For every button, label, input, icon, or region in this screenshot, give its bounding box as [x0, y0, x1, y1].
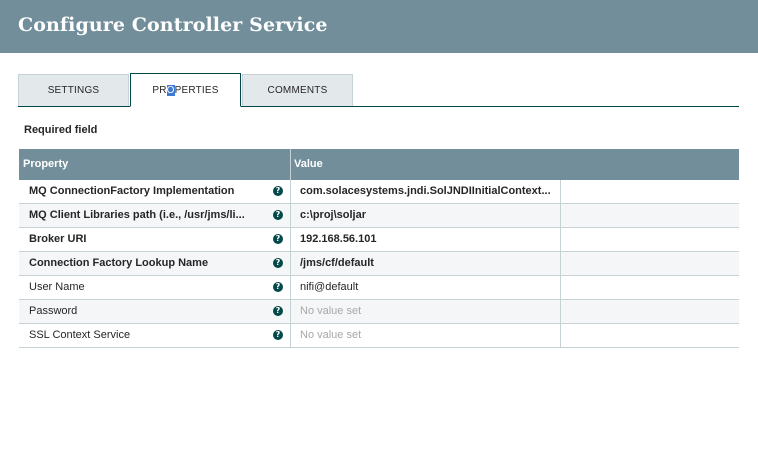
tab-properties-label: PROPERTIES: [152, 85, 219, 96]
cell-divider: [290, 276, 291, 300]
cell-divider: [560, 324, 561, 348]
cell-divider: [560, 180, 561, 204]
cell-divider: [290, 180, 291, 204]
cell-divider: [290, 252, 291, 276]
property-value[interactable]: No value set: [300, 329, 558, 341]
tab-settings-label: SETTINGS: [47, 85, 100, 96]
property-value[interactable]: /jms/cf/default: [300, 257, 558, 269]
cell-divider: [560, 204, 561, 228]
table-row[interactable]: Password ? No value set: [19, 300, 739, 324]
column-header-property[interactable]: Property: [23, 158, 68, 170]
property-value[interactable]: com.solacesystems.jndi.SolJNDIInitialCon…: [300, 185, 558, 197]
property-value[interactable]: nifi@default: [300, 281, 558, 293]
tab-properties[interactable]: PROPERTIES: [130, 73, 241, 107]
table-row[interactable]: Connection Factory Lookup Name ? /jms/cf…: [19, 252, 739, 276]
table-row[interactable]: MQ ConnectionFactory Implementation ? co…: [19, 180, 739, 204]
property-name: MQ Client Libraries path (i.e., /usr/jms…: [29, 209, 245, 221]
property-name: Password: [29, 305, 78, 317]
cell-divider: [560, 252, 561, 276]
question-circle-icon[interactable]: ?: [273, 330, 283, 340]
question-circle-icon[interactable]: ?: [273, 186, 283, 196]
property-value[interactable]: c:\proj\soljar: [300, 209, 558, 221]
cell-divider: [560, 276, 561, 300]
dialog-title: Configure Controller Service: [18, 14, 328, 36]
tab-settings[interactable]: SETTINGS: [18, 74, 129, 106]
property-value[interactable]: 192.168.56.101: [300, 233, 558, 245]
table-row[interactable]: Broker URI ? 192.168.56.101: [19, 228, 739, 252]
tab-comments-label: COMMENTS: [267, 85, 328, 96]
property-name: User Name: [29, 281, 85, 293]
table-row[interactable]: MQ Client Libraries path (i.e., /usr/jms…: [19, 204, 739, 228]
property-value[interactable]: No value set: [300, 305, 558, 317]
properties-table: Property Value MQ ConnectionFactory Impl…: [19, 149, 739, 348]
table-row[interactable]: SSL Context Service ? No value set: [19, 324, 739, 348]
tab-comments[interactable]: COMMENTS: [242, 74, 353, 106]
cell-divider: [290, 228, 291, 252]
table-header: Property Value: [19, 149, 739, 180]
dialog-header: Configure Controller Service: [0, 0, 758, 53]
column-header-value[interactable]: Value: [294, 158, 323, 170]
question-circle-icon[interactable]: ?: [273, 306, 283, 316]
property-name: SSL Context Service: [29, 329, 131, 341]
question-circle-icon[interactable]: ?: [273, 282, 283, 292]
table-row[interactable]: User Name ? nifi@default: [19, 276, 739, 300]
question-circle-icon[interactable]: ?: [273, 210, 283, 220]
property-name: MQ ConnectionFactory Implementation: [29, 185, 235, 197]
question-circle-icon[interactable]: ?: [273, 258, 283, 268]
cell-divider: [290, 324, 291, 348]
required-field-note: Required field: [24, 124, 98, 136]
property-name: Connection Factory Lookup Name: [29, 257, 209, 269]
cell-divider: [290, 204, 291, 228]
column-divider[interactable]: [290, 149, 291, 180]
cell-divider: [560, 228, 561, 252]
question-circle-icon[interactable]: ?: [273, 234, 283, 244]
property-name: Broker URI: [29, 233, 87, 245]
cell-divider: [560, 300, 561, 324]
tab-bar: SETTINGS PROPERTIES COMMENTS: [18, 73, 739, 107]
cell-divider: [290, 300, 291, 324]
